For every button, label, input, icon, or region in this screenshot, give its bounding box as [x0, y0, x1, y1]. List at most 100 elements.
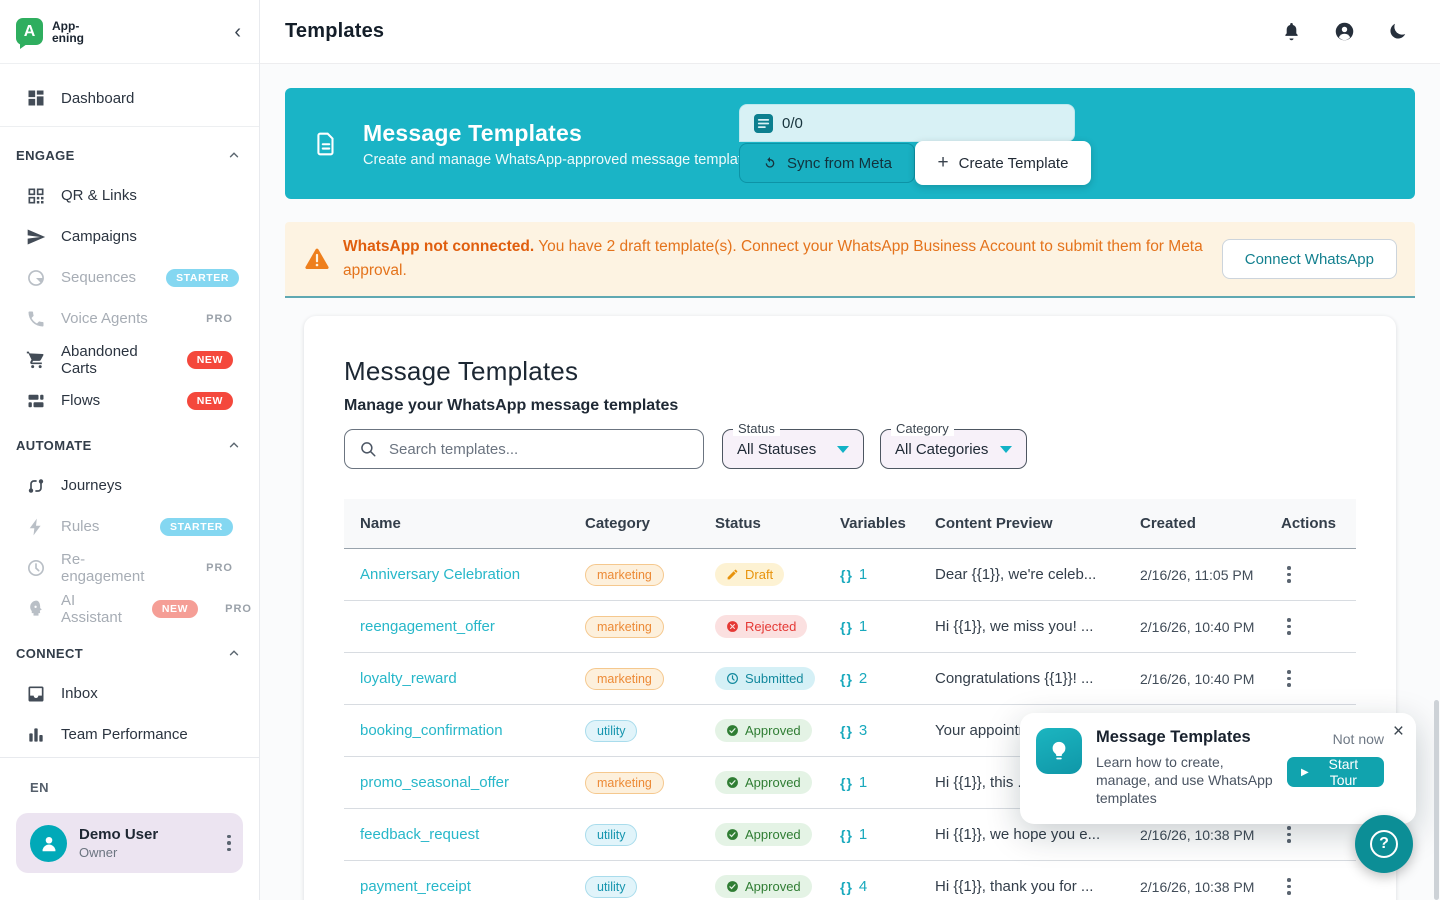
- status-filter-select[interactable]: Status All Statuses: [722, 429, 864, 469]
- sidebar-item-label: Abandoned Carts: [61, 343, 157, 377]
- row-actions-button[interactable]: [1285, 666, 1293, 691]
- flows-icon: [26, 391, 46, 411]
- row-actions-button[interactable]: [1285, 562, 1293, 587]
- column-header-actions: Actions: [1265, 515, 1356, 532]
- variables-count: {}1: [840, 774, 919, 791]
- row-actions-button[interactable]: [1285, 874, 1293, 899]
- row-actions-button[interactable]: [1285, 614, 1293, 639]
- content-preview: Congratulations {{1}}! ...: [919, 670, 1124, 687]
- counter-value: 0/0: [782, 115, 803, 132]
- sidebar-item-sequences[interactable]: Sequences STARTER: [14, 257, 245, 298]
- badge-starter: STARTER: [160, 518, 233, 536]
- page-scrollbar[interactable]: [1434, 700, 1439, 900]
- tour-description: Learn how to create, manage, and use Wha…: [1096, 753, 1273, 808]
- tour-title: Message Templates: [1096, 728, 1273, 747]
- search-input[interactable]: [389, 441, 689, 458]
- template-name-link[interactable]: feedback_request: [360, 826, 479, 843]
- sidebar-item-label: Flows: [61, 392, 100, 409]
- category-badge: utility: [585, 720, 637, 742]
- sidebar-item-flows[interactable]: Flows NEW: [14, 380, 245, 421]
- sidebar-item-label: Campaigns: [61, 228, 137, 245]
- inbox-icon: [26, 684, 46, 704]
- template-name-link[interactable]: promo_seasonal_offer: [360, 774, 509, 791]
- category-badge: marketing: [585, 616, 664, 638]
- phone-icon: [26, 309, 46, 329]
- whatsapp-warning-banner: WhatsApp not connected. You have 2 draft…: [285, 222, 1415, 298]
- warning-text: WhatsApp not connected. You have 2 draft…: [343, 235, 1203, 283]
- play-icon: ▶: [1301, 767, 1309, 778]
- sidebar-header: A App- ening ‹: [0, 0, 259, 64]
- user-menu-button[interactable]: [225, 831, 233, 856]
- connect-whatsapp-button[interactable]: Connect WhatsApp: [1222, 239, 1397, 279]
- doc-counter-icon: [754, 114, 773, 133]
- template-name-link[interactable]: reengagement_offer: [360, 618, 495, 635]
- category-filter-select[interactable]: Category All Categories: [880, 429, 1027, 469]
- badge-starter: STARTER: [166, 269, 239, 287]
- column-header-status: Status: [699, 515, 824, 532]
- template-name-link[interactable]: booking_confirmation: [360, 722, 503, 739]
- sidebar-item-team-performance[interactable]: Team Performance: [14, 714, 245, 755]
- check-circle-icon: [726, 776, 739, 789]
- sidebar-item-label: Rules: [61, 518, 99, 535]
- row-actions-button[interactable]: [1285, 822, 1293, 847]
- sidebar-item-label: Dashboard: [61, 90, 134, 107]
- sidebar-item-label: Re-engagement: [61, 551, 164, 585]
- sidebar-item-inbox[interactable]: Inbox: [14, 673, 245, 714]
- sidebar-item-rules[interactable]: Rules STARTER: [14, 506, 245, 547]
- nav-section-connect[interactable]: CONNECT: [14, 633, 245, 673]
- sidebar-item-campaigns[interactable]: Campaigns: [14, 216, 245, 257]
- variables-count: {}1: [840, 618, 919, 635]
- badge-new: NEW: [152, 600, 198, 618]
- sidebar-item-label: Sequences: [61, 269, 136, 286]
- variables-count: {}4: [840, 878, 919, 895]
- dark-mode-moon-icon[interactable]: [1387, 21, 1408, 42]
- close-icon[interactable]: ×: [1393, 722, 1404, 741]
- table-row: Anniversary CelebrationmarketingDraft{}1…: [344, 549, 1356, 601]
- language-selector[interactable]: EN: [30, 780, 243, 795]
- sidebar-item-qr-links[interactable]: QR & Links: [14, 175, 245, 216]
- notifications-bell-icon[interactable]: [1281, 21, 1302, 42]
- not-now-button[interactable]: Not now: [1333, 731, 1384, 747]
- column-header-category: Category: [569, 515, 699, 532]
- variables-count: {}1: [840, 566, 919, 583]
- status-badge: Approved: [715, 719, 812, 742]
- page-title: Templates: [285, 20, 384, 43]
- created-date: 2/16/26, 10:38 PM: [1124, 827, 1265, 843]
- help-button[interactable]: ?: [1355, 815, 1413, 873]
- app-logo[interactable]: A App- ening: [16, 18, 84, 45]
- badge-new: NEW: [187, 351, 233, 369]
- check-circle-icon: [726, 828, 739, 841]
- category-badge: utility: [585, 876, 637, 898]
- template-name-link[interactable]: payment_receipt: [360, 878, 471, 895]
- sidebar-item-abandoned-carts[interactable]: Abandoned Carts NEW: [14, 339, 245, 380]
- template-counter: 0/0: [739, 104, 1075, 142]
- sidebar-item-re-engagement[interactable]: Re-engagementPRO: [14, 547, 245, 588]
- sidebar-nav: Dashboard ENGAGEQR & Links Campaigns Sequen…: [0, 64, 259, 757]
- nav-section-engage[interactable]: ENGAGE: [14, 135, 245, 175]
- sidebar-item-ai-assistant[interactable]: AI AssistantNEWPRO: [14, 588, 245, 629]
- nav-section-automate[interactable]: AUTOMATE: [14, 425, 245, 465]
- category-filter-label: Category: [891, 421, 954, 436]
- sidebar-item-label: Team Performance: [61, 726, 188, 743]
- sidebar-item-voice-agents[interactable]: Voice AgentsPRO: [14, 298, 245, 339]
- nav-divider: [0, 126, 259, 127]
- sidebar-item-journeys[interactable]: Journeys: [14, 465, 245, 506]
- user-card[interactable]: Demo User Owner: [16, 813, 243, 873]
- plus-icon: +: [938, 152, 949, 174]
- template-name-link[interactable]: loyalty_reward: [360, 670, 457, 687]
- sidebar-item-dashboard[interactable]: Dashboard: [14, 74, 245, 122]
- start-tour-button[interactable]: ▶Start Tour: [1287, 757, 1384, 787]
- status-badge: Rejected: [715, 615, 807, 638]
- user-avatar: [30, 825, 67, 862]
- template-name-link[interactable]: Anniversary Celebration: [360, 566, 520, 583]
- sync-from-meta-button[interactable]: Sync from Meta: [739, 143, 915, 183]
- badge-new: NEW: [187, 392, 233, 410]
- create-template-button[interactable]: + Create Template: [915, 141, 1091, 185]
- status-badge: Submitted: [715, 667, 815, 690]
- sidebar-item-label: AI Assistant: [61, 592, 122, 626]
- app-logo-icon: A: [16, 18, 43, 45]
- account-icon[interactable]: [1334, 21, 1355, 42]
- content-preview: Hi {{1}}, we hope you e...: [919, 826, 1124, 843]
- category-badge: marketing: [585, 564, 664, 586]
- sidebar-collapse-icon[interactable]: ‹: [234, 22, 241, 42]
